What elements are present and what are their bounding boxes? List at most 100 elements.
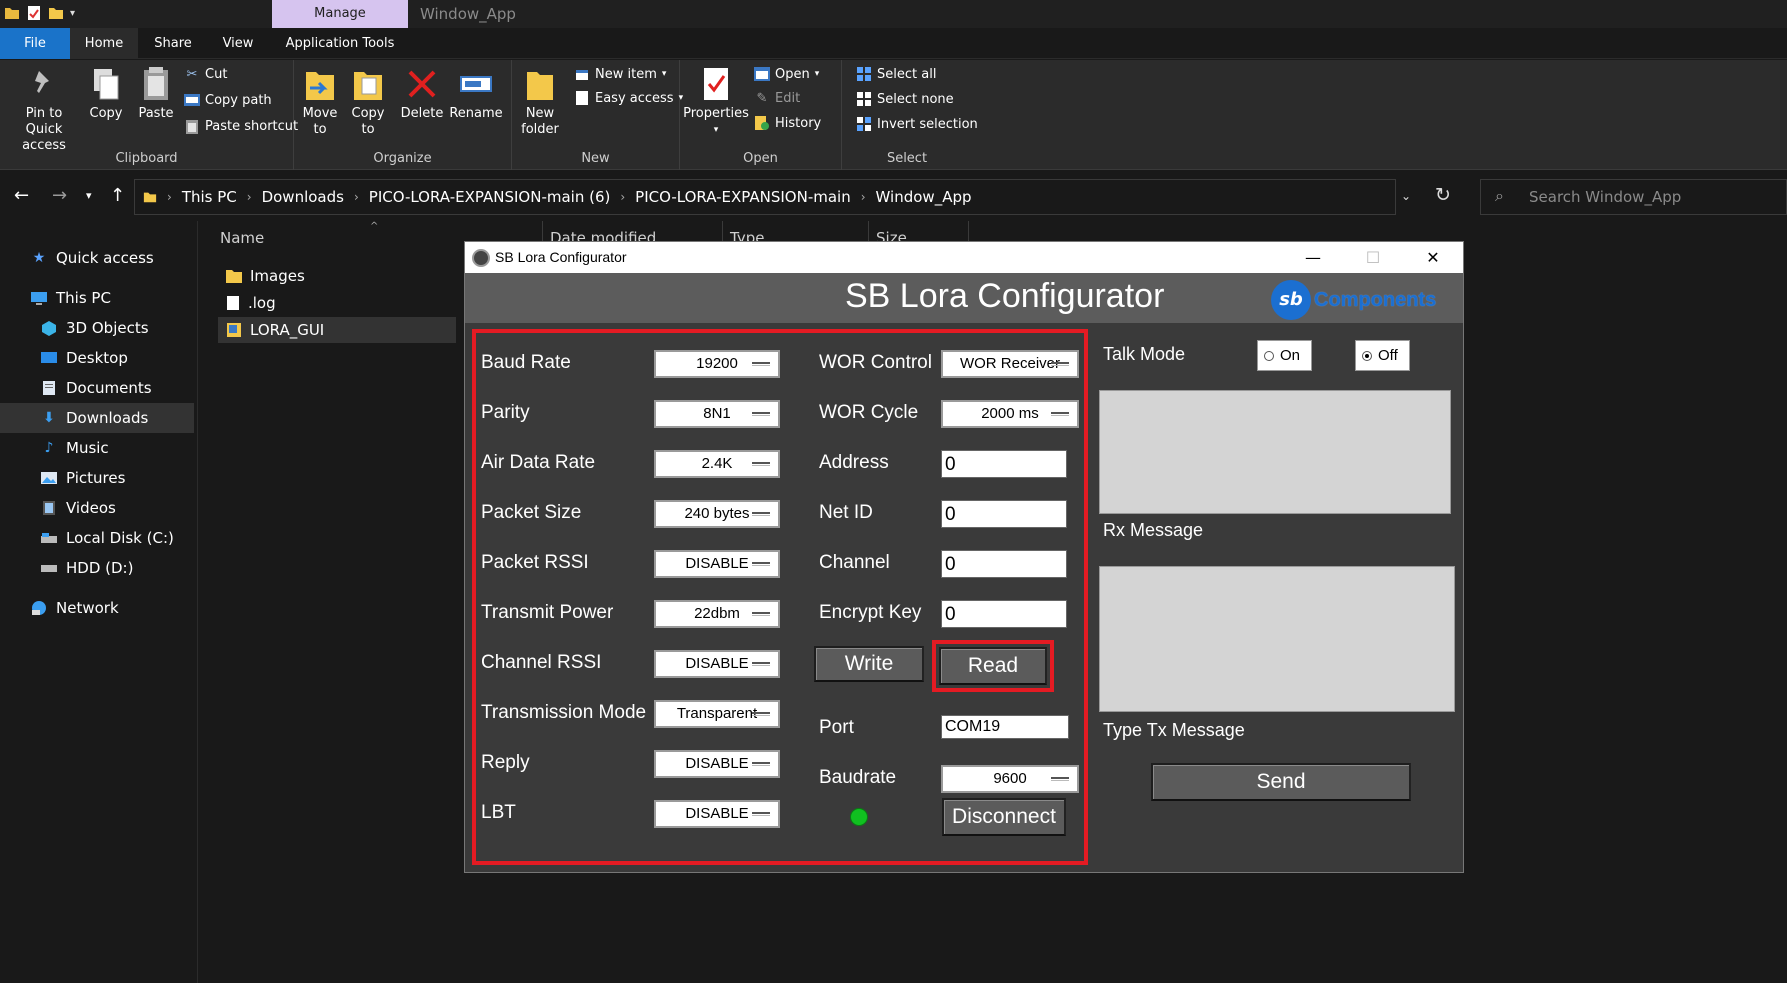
send-button[interactable]: Send	[1151, 763, 1411, 801]
lbt-select[interactable]: DISABLE	[654, 800, 780, 828]
lora-configurator-window: SB Lora Configurator — ☐ ✕ SB Lora Confi…	[464, 241, 1464, 873]
refresh-icon[interactable]: ↻	[1435, 184, 1451, 206]
minimize-icon[interactable]: —	[1283, 242, 1343, 273]
properties-button[interactable]: Properties ▾	[682, 66, 750, 138]
chevron-down-icon[interactable]: ▾	[70, 8, 75, 19]
open-button[interactable]: Open ▾	[754, 64, 819, 84]
address-bar[interactable]: › This PC › Downloads › PICO-LORA-EXPANS…	[134, 179, 1451, 215]
invert-selection-button[interactable]: Invert selection	[856, 114, 978, 134]
paste-shortcut-button[interactable]: Paste shortcut	[184, 116, 298, 136]
baud-rate-select[interactable]: 19200	[654, 350, 780, 378]
nav-item-pictures[interactable]: Pictures	[0, 463, 194, 493]
breadcrumb-separator-icon[interactable]: ›	[861, 180, 866, 214]
easy-access-button[interactable]: Easy access ▾	[574, 88, 683, 108]
select-all-button[interactable]: Select all	[856, 64, 936, 84]
disconnect-button[interactable]: Disconnect	[942, 798, 1066, 836]
nav-item-hdd[interactable]: HDD (D:)	[0, 553, 194, 583]
reply-select[interactable]: DISABLE	[654, 750, 780, 778]
breadcrumb-pico-lora[interactable]: PICO-LORA-EXPANSION-main	[635, 180, 851, 214]
cut-button[interactable]: ✂ Cut	[184, 64, 228, 84]
list-item[interactable]: Images	[226, 263, 305, 289]
tab-view[interactable]: View	[208, 28, 268, 59]
nav-item-local-disk[interactable]: Local Disk (C:)	[0, 523, 194, 553]
parity-select[interactable]: 8N1	[654, 400, 780, 428]
combo-value: 8N1	[703, 405, 731, 422]
up-arrow-icon[interactable]: ↑	[110, 185, 125, 206]
nav-item-documents[interactable]: Documents	[0, 373, 194, 403]
copy-path-button[interactable]: Copy path	[184, 90, 272, 110]
address-input[interactable]: 0	[941, 450, 1067, 478]
tab-home[interactable]: Home	[70, 28, 138, 59]
tab-application-tools[interactable]: Application Tools	[272, 28, 408, 59]
nav-item-this-pc[interactable]: This PC	[0, 283, 194, 313]
transmission-mode-select[interactable]: Transparent	[654, 700, 780, 728]
baudrate-select[interactable]: 9600	[941, 765, 1079, 793]
wor-control-select[interactable]: WOR Receiver	[941, 350, 1079, 378]
maximize-icon[interactable]: ☐	[1343, 242, 1403, 273]
air-data-rate-select[interactable]: 2.4K	[654, 450, 780, 478]
encrypt-key-input[interactable]: 0	[941, 600, 1067, 628]
write-button[interactable]: Write	[814, 646, 924, 682]
tab-manage[interactable]: Manage	[272, 0, 408, 28]
list-item[interactable]: LORA_GUI	[218, 317, 456, 343]
talk-mode-on-radio[interactable]: On	[1257, 340, 1312, 371]
wor-cycle-select[interactable]: 2000 ms	[941, 400, 1079, 428]
rename-button[interactable]: Rename	[446, 66, 506, 122]
breadcrumb-pico-lora-6[interactable]: PICO-LORA-EXPANSION-main (6)	[369, 180, 611, 214]
nav-item-videos[interactable]: Videos	[0, 493, 194, 523]
paste-button[interactable]: Paste	[134, 66, 178, 122]
rx-message-box[interactable]	[1099, 390, 1451, 514]
transmit-power-select[interactable]: 22dbm	[654, 600, 780, 628]
forward-arrow-icon[interactable]: →	[52, 185, 67, 206]
back-arrow-icon[interactable]: ←	[14, 185, 29, 206]
port-input[interactable]: COM19	[941, 715, 1069, 739]
nav-item-network[interactable]: Network	[0, 593, 194, 623]
packet-rssi-select[interactable]: DISABLE	[654, 550, 780, 578]
sort-up-chevron-icon: ^	[370, 221, 379, 232]
history-label: History	[775, 115, 822, 131]
delete-button[interactable]: Delete	[400, 66, 444, 122]
copy-button[interactable]: Copy	[84, 66, 128, 122]
tab-share[interactable]: Share	[138, 28, 208, 59]
dropdown-arrow-icon	[752, 412, 770, 416]
talk-mode-off-radio[interactable]: Off	[1355, 340, 1410, 371]
nav-item-3d-objects[interactable]: 3D Objects	[0, 313, 194, 343]
breadcrumb-separator-icon[interactable]: ›	[620, 180, 625, 214]
properties-label: Properties	[683, 106, 749, 121]
nav-item-music[interactable]: ♪ Music	[0, 433, 194, 463]
close-icon[interactable]: ✕	[1403, 242, 1463, 273]
net-id-input[interactable]: 0	[941, 500, 1067, 528]
download-arrow-icon: ⬇	[43, 410, 55, 426]
nav-item-desktop[interactable]: Desktop	[0, 343, 194, 373]
nav-item-quick-access[interactable]: ★ Quick access	[0, 243, 194, 273]
channel-rssi-select[interactable]: DISABLE	[654, 650, 780, 678]
address-dropdown-chevron-icon[interactable]: ⌄	[1401, 189, 1411, 203]
column-header-name[interactable]: Name	[220, 221, 264, 255]
history-button[interactable]: History	[754, 113, 821, 133]
breadcrumb-separator-icon[interactable]: ›	[247, 180, 252, 214]
select-none-button[interactable]: Select none	[856, 89, 954, 109]
tx-message-input[interactable]	[1099, 566, 1455, 712]
recent-locations-chevron-icon[interactable]: ▾	[86, 189, 92, 202]
folder-icon[interactable]	[4, 5, 20, 21]
new-item-button[interactable]: New item ▾	[574, 64, 666, 84]
breadcrumb-downloads[interactable]: Downloads	[262, 180, 344, 214]
read-button[interactable]: Read	[939, 647, 1047, 685]
edit-button[interactable]: ✎ Edit	[754, 88, 801, 108]
dropdown-arrow-icon	[752, 562, 770, 566]
tab-file[interactable]: File	[0, 28, 70, 59]
new-folder-icon[interactable]	[48, 5, 64, 21]
breadcrumb-window-app[interactable]: Window_App	[876, 180, 972, 214]
search-box[interactable]: ⌕ Search Window_App	[1480, 179, 1787, 215]
new-folder-button[interactable]: New folder	[518, 66, 562, 138]
move-to-button[interactable]: Move to	[298, 66, 342, 138]
channel-input[interactable]: 0	[941, 550, 1067, 578]
pin-to-quick-access-button[interactable]: Pin to Quick access	[6, 66, 82, 154]
packet-size-select[interactable]: 240 bytes	[654, 500, 780, 528]
breadcrumb-separator-icon[interactable]: ›	[354, 180, 359, 214]
list-item[interactable]: .log	[226, 290, 276, 316]
copy-to-button[interactable]: Copy to	[346, 66, 390, 138]
breadcrumb-this-pc[interactable]: This PC	[182, 180, 237, 214]
nav-item-downloads[interactable]: ⬇ Downloads	[0, 403, 194, 433]
properties-icon[interactable]	[26, 5, 42, 21]
